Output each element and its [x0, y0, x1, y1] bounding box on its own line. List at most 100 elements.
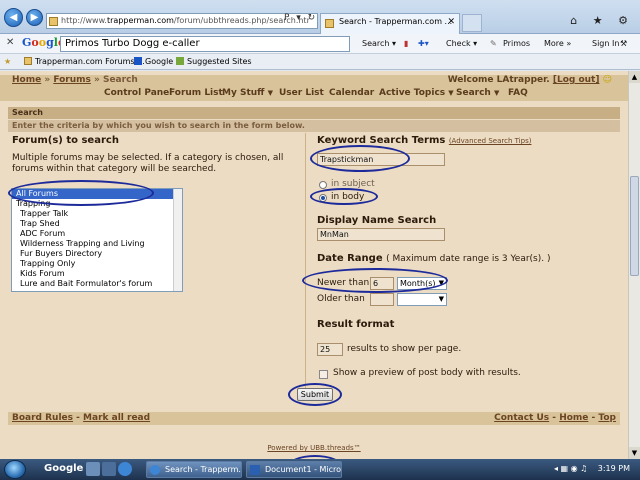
in-subject-radio[interactable] [319, 181, 327, 189]
logout-link[interactable]: [Log out] [553, 75, 600, 85]
scroll-thumb[interactable] [630, 176, 639, 276]
forum-option[interactable]: Kids Forum [12, 269, 182, 279]
menu-label: Calendar [329, 88, 375, 98]
search-panel-instructions: Enter the criteria by which you wish to … [8, 120, 620, 132]
menu-calendar[interactable]: Calendar [329, 88, 374, 98]
newer-than-unit-select[interactable]: Month(s) ▼ [397, 277, 447, 290]
submit-button[interactable]: Submit [297, 388, 333, 401]
menu-active-topics[interactable]: Active Topics ▼ [379, 88, 454, 98]
check-button[interactable]: Check ▾ [446, 39, 477, 48]
forum-option[interactable]: Trap Shed [12, 219, 182, 229]
taskbar-document1[interactable]: Document1 - Micro... [246, 461, 342, 478]
menu-forum-list[interactable]: Forum List [169, 88, 223, 98]
start-button[interactable] [4, 460, 26, 479]
bookmark-icon[interactable]: ▮ [404, 39, 408, 48]
top-link[interactable]: Top [598, 413, 616, 423]
advanced-search-tips-link[interactable]: (Advanced Search Tips) [449, 137, 532, 145]
suggested-sites-icon [176, 57, 184, 65]
favorite-google[interactable]: Google [134, 57, 173, 66]
favorites-star-icon[interactable]: ★ [4, 57, 11, 66]
footer-sep: - [552, 413, 557, 423]
back-button[interactable]: ◀ [4, 8, 23, 27]
favorites-bar: ★ Trapperman.com Forums ... Google Sugge… [0, 54, 640, 70]
forum-option[interactable]: Trapping Only [12, 259, 182, 269]
tray-icons[interactable]: ◂ ▦ ◉ ♫ [554, 464, 587, 473]
google-search-button[interactable]: Search ▾ [362, 39, 396, 48]
breadcrumb-sep: » [44, 75, 51, 85]
dropdown-arrow-icon: ▼ [438, 279, 444, 287]
forward-button[interactable]: ▶ [26, 9, 43, 26]
tab-favicon [325, 19, 334, 28]
logo-letter: G [22, 36, 32, 49]
primos-button[interactable]: Primos [503, 39, 530, 48]
google-search-input[interactable]: Primos Turbo Dogg e-caller [60, 36, 350, 52]
ubbthreads-link[interactable]: Powered by UBB.threads™ [267, 444, 360, 452]
favorite-label: Google [145, 57, 174, 66]
new-tab-button[interactable] [462, 14, 482, 32]
display-name-input[interactable]: MnMan [317, 228, 445, 241]
ie-icon[interactable] [118, 462, 132, 476]
favorite-label: Suggested Sites [187, 57, 252, 66]
date-range-title-text: Date Range [317, 253, 383, 264]
menu-search[interactable]: Search ▼ [456, 88, 499, 98]
keyword-input[interactable]: Trapstickman [317, 153, 445, 166]
newer-than-input[interactable]: 6 [370, 277, 394, 290]
forum-option[interactable]: Trapper Talk [12, 209, 182, 219]
breadcrumb: Home » Forums » Search Welcome LAtrapper… [0, 75, 628, 87]
contact-us-link[interactable]: Contact Us [494, 413, 549, 423]
tab-title: Search - Trapperman.com ... [339, 17, 453, 26]
home-favorites-tools-icons[interactable]: ⌂ ★ ⚙ [570, 14, 634, 27]
word-icon [250, 465, 260, 475]
tab-search-trapperman[interactable]: Search - Trapperman.com ... ✕ [320, 13, 460, 34]
in-body-radio[interactable] [319, 194, 327, 202]
menu-my-stuff[interactable]: My Stuff ▼ [222, 88, 273, 98]
favorite-trapperman[interactable]: Trapperman.com Forums ... [24, 57, 145, 66]
arrow-right-icon: ▶ [30, 12, 39, 23]
taskbar-search-trapperman[interactable]: Search - Trapperm... [146, 461, 242, 478]
older-than-input[interactable] [370, 293, 394, 306]
forum-option[interactable]: Lure and Bait Formulator's forum [12, 279, 182, 289]
show-desktop-icon[interactable] [86, 462, 100, 476]
mark-all-read-link[interactable]: Mark all read [83, 413, 150, 423]
forum-option[interactable]: Wilderness Trapping and Living [12, 239, 182, 249]
scroll-down-icon[interactable]: ▼ [629, 447, 640, 459]
newer-unit-value: Month(s) [400, 279, 436, 288]
forum-option[interactable]: ADC Forum [12, 229, 182, 239]
menu-faq[interactable]: FAQ [508, 88, 528, 98]
show-preview-checkbox[interactable] [319, 370, 328, 379]
plus-icon[interactable]: ✚▾ [418, 39, 429, 48]
forum-option[interactable]: Fur Buyers Directory [12, 249, 182, 259]
windows-taskbar: Google Search - Trapperm... Document1 - … [0, 459, 640, 480]
results-per-page-input[interactable]: 25 [317, 343, 343, 356]
forum-option[interactable]: All Forums [12, 189, 182, 199]
footer-home-link[interactable]: Home [559, 413, 588, 423]
toolbar-close-icon[interactable]: ✕ [6, 37, 14, 48]
google-taskbar-app[interactable]: Google [44, 463, 83, 474]
scroll-up-icon[interactable]: ▲ [629, 71, 640, 83]
arrow-left-icon: ◀ [9, 12, 18, 23]
address-bar[interactable]: http://www.trapperman.com/forum/ubbthrea… [46, 13, 318, 29]
menu-user-list[interactable]: User List [279, 88, 324, 98]
older-than-unit-select[interactable]: ▼ [397, 293, 447, 306]
pencil-icon[interactable]: ✎ [490, 39, 497, 48]
date-range-note: ( Maximum date range is 3 Year(s). ) [386, 254, 551, 264]
forum-multiselect[interactable]: All Forums Trapping Trapper Talk Trap Sh… [11, 188, 183, 292]
wrench-icon[interactable]: ⚒ [620, 39, 627, 48]
breadcrumb-forums[interactable]: Forums [53, 75, 91, 85]
forum-option[interactable]: Trapping [12, 199, 182, 209]
breadcrumb-home[interactable]: Home [12, 75, 41, 85]
menu-label: Search [456, 88, 491, 98]
sign-in-link[interactable]: Sign In [592, 39, 619, 48]
forum-list-scrollbar[interactable] [173, 189, 182, 291]
page-scrollbar[interactable]: ▲ ▼ [628, 71, 640, 459]
url-prefix: http://www. [61, 16, 107, 25]
board-rules-link[interactable]: Board Rules [12, 413, 73, 423]
caret-down-icon: ▼ [267, 89, 273, 97]
switch-windows-icon[interactable] [102, 462, 116, 476]
menu-control-panel[interactable]: Control Panel [104, 88, 172, 98]
favorite-suggested-sites[interactable]: Suggested Sites [176, 57, 252, 66]
in-body-label: in body [331, 192, 365, 202]
clock[interactable]: 3:19 PM [598, 464, 630, 473]
tab-close-icon[interactable]: ✕ [447, 17, 455, 27]
more-button[interactable]: More » [544, 39, 571, 48]
